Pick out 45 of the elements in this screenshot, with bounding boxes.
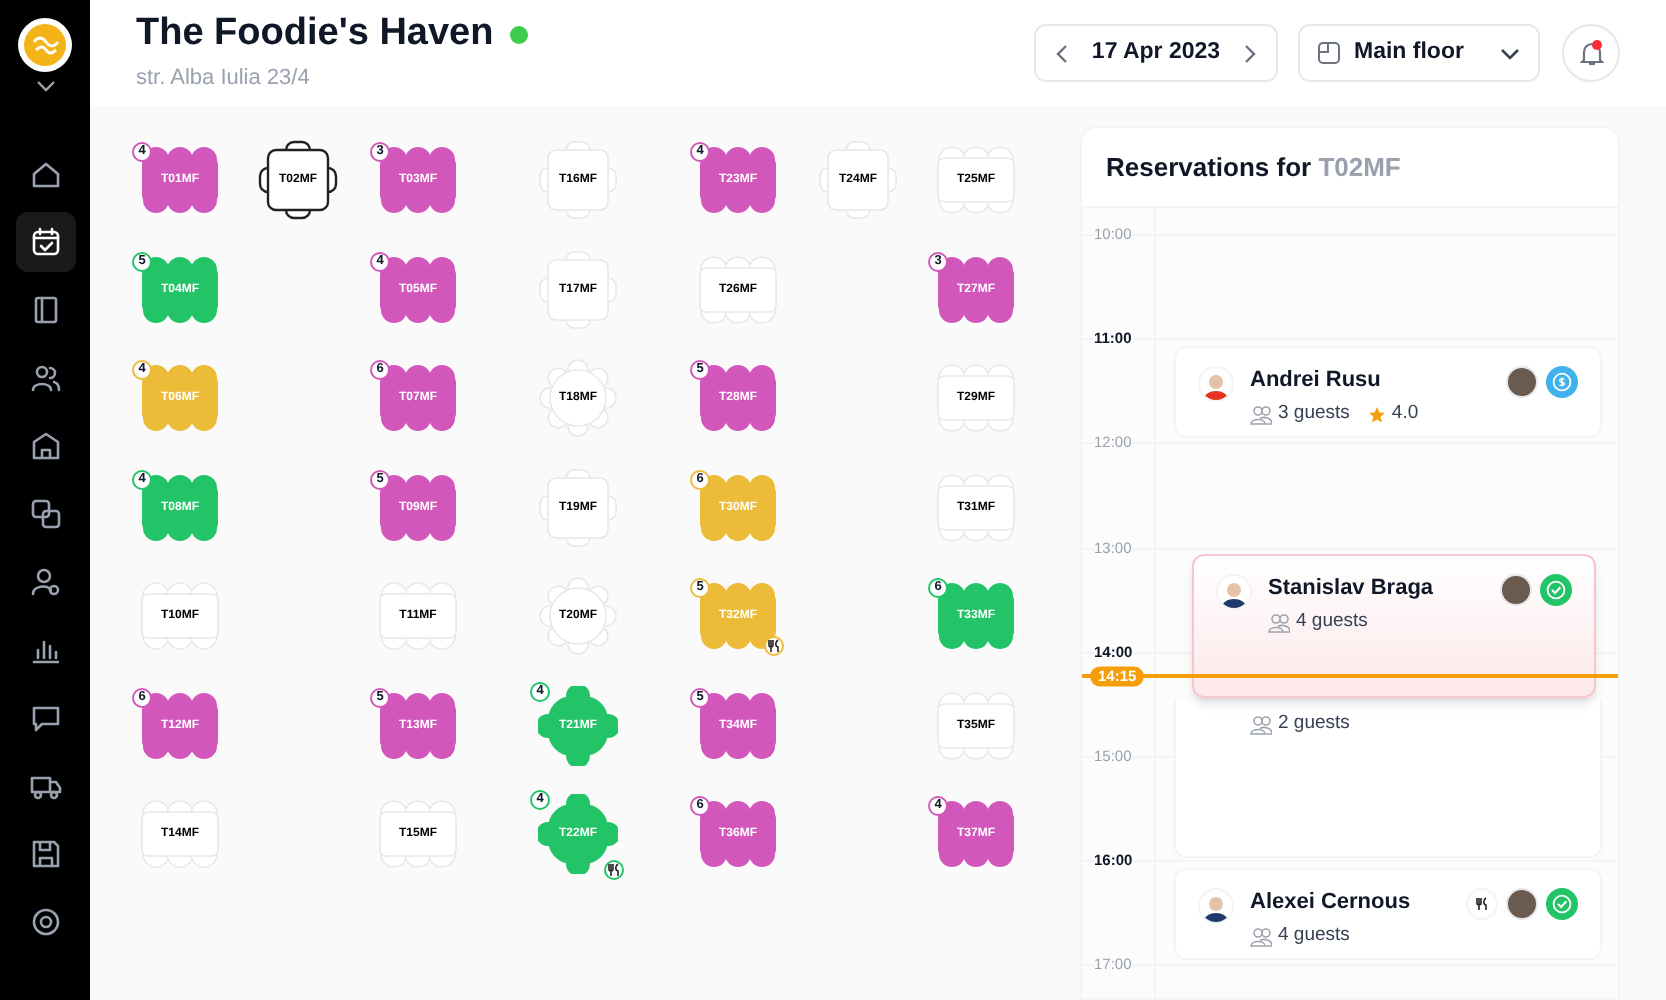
calendar-check-icon	[29, 226, 61, 258]
avatar	[1198, 888, 1234, 924]
avatar	[1198, 366, 1234, 402]
floor-plan-icon	[1318, 42, 1340, 64]
star-icon	[1367, 405, 1386, 424]
book-icon	[29, 294, 61, 326]
guest-count: 2 guests	[1278, 710, 1350, 738]
staff-avatar	[1506, 366, 1538, 398]
notifications-button[interactable]	[1562, 24, 1620, 82]
panel-title: Reservations for T02MF	[1106, 149, 1401, 186]
reservation-card[interactable]: 2 guests	[1174, 700, 1602, 858]
guests-icon	[1250, 403, 1272, 426]
guests-icon	[1268, 611, 1290, 634]
guests-icon	[1250, 713, 1272, 736]
user-settings-icon	[29, 566, 61, 598]
home-icon	[29, 158, 61, 190]
bell-icon	[1579, 40, 1603, 66]
guest-name: Andrei Rusu	[1250, 366, 1383, 394]
guests-icon	[1250, 925, 1272, 948]
guest-name: Alexei Cernous	[1250, 888, 1413, 916]
settings-icon	[29, 906, 61, 938]
restaurant-title: The Foodie's Haven	[136, 10, 494, 59]
logo-icon	[18, 18, 72, 72]
date-text: 17 Apr 2023	[1091, 37, 1221, 68]
guest-count: 4 guests	[1278, 922, 1350, 950]
address-text: str. Alba Iulia 23/4	[136, 64, 312, 95]
reservation-card[interactable]: Stanislav Braga 4 guests	[1192, 554, 1596, 698]
chevron-down-icon	[35, 80, 55, 92]
users-icon	[29, 362, 61, 394]
staff-avatar	[1506, 888, 1538, 920]
rating: 4.0	[1391, 400, 1419, 428]
chat-icon	[29, 702, 61, 734]
guest-name: Stanislav Braga	[1268, 574, 1436, 602]
guest-count: 3 guests	[1278, 400, 1350, 428]
building-icon	[29, 430, 61, 462]
guest-count: 4 guests	[1296, 608, 1368, 636]
chevron-right-icon	[1244, 43, 1256, 63]
chevron-left-icon	[1056, 43, 1068, 63]
sidebar-item[interactable]	[15, 212, 75, 272]
floor-dropdown[interactable]: Main floor	[1298, 24, 1540, 82]
chevron-down-icon	[1500, 47, 1520, 59]
avatar	[1216, 574, 1252, 610]
staff-avatar	[1500, 574, 1532, 606]
reservation-card[interactable]: Alexei Cernous 4 guests	[1174, 868, 1602, 960]
reservation-card[interactable]: Andrei Rusu 3 guests 4.0	[1174, 346, 1602, 438]
